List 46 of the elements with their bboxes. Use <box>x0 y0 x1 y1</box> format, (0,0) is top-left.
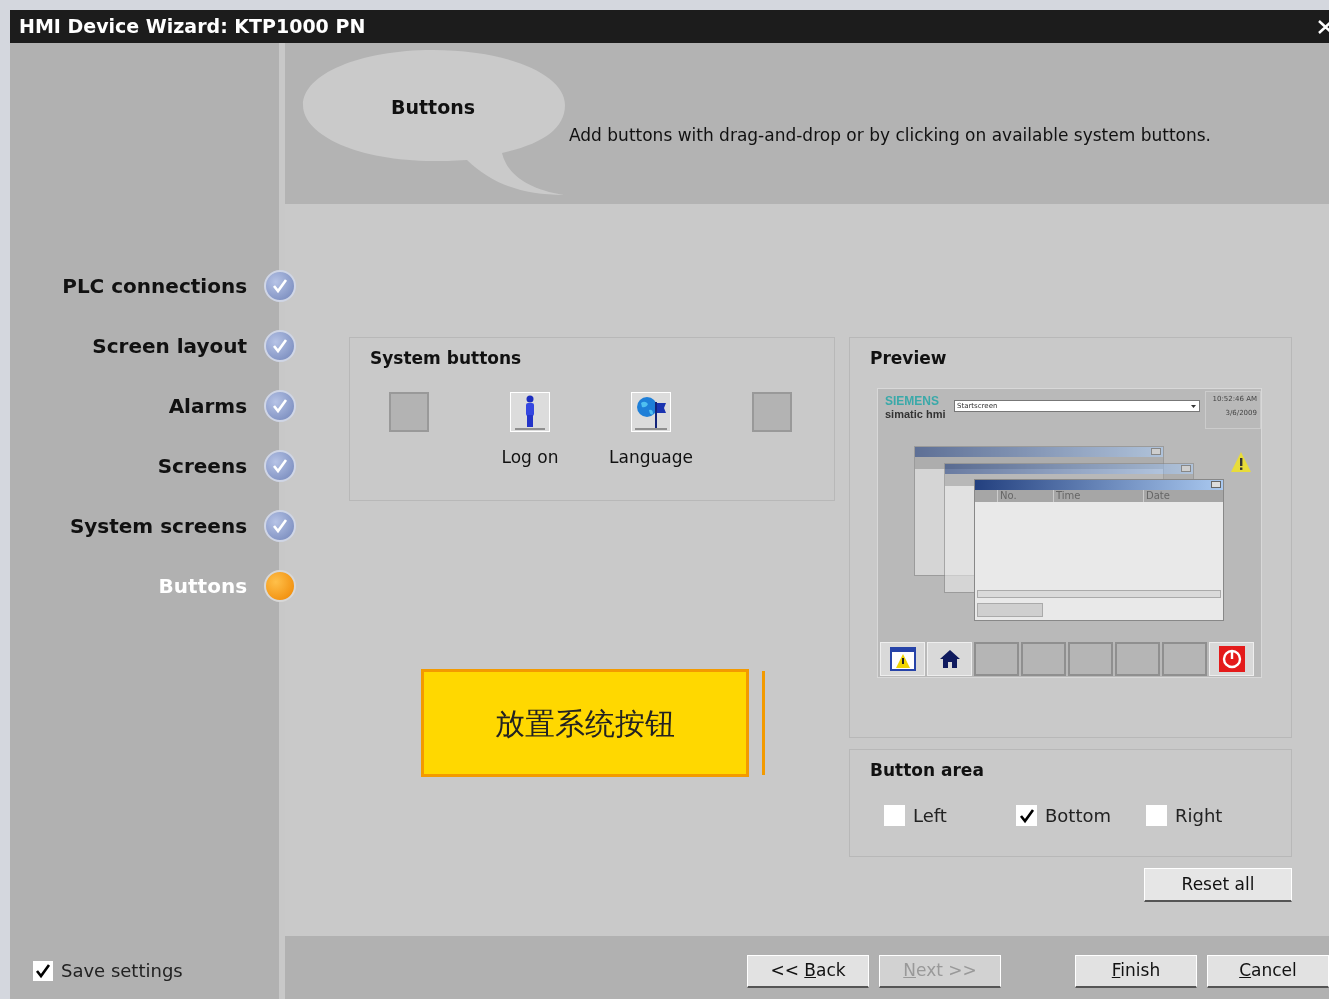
checkbox[interactable] <box>1146 805 1167 826</box>
step-title: Buttons <box>391 95 476 120</box>
current-step-icon <box>264 570 297 602</box>
step-label[interactable]: System screens <box>69 511 248 541</box>
person-icon[interactable] <box>510 392 550 432</box>
callout-text: 放置系统按钮 <box>495 704 675 743</box>
dropdown-arrow-icon[interactable] <box>1190 402 1197 410</box>
save-settings-checkbox[interactable] <box>33 960 53 981</box>
group-title: Button area <box>870 759 984 782</box>
checkbox[interactable] <box>1016 805 1037 826</box>
window-button[interactable] <box>977 603 1043 617</box>
power-icon[interactable] <box>1209 642 1254 676</box>
scrollbar[interactable] <box>977 590 1221 598</box>
empty-button-slot[interactable] <box>1068 642 1113 676</box>
step-label[interactable]: Screen layout <box>92 331 248 361</box>
step-label[interactable]: PLC connections <box>62 271 248 301</box>
empty-button-slot[interactable] <box>389 392 429 432</box>
save-settings-label: Save settings <box>61 959 183 983</box>
step-label[interactable]: Screens <box>157 451 248 481</box>
globe-flag-icon[interactable] <box>631 392 671 432</box>
system-button-label: Log on <box>501 446 559 469</box>
home-icon[interactable] <box>927 642 972 676</box>
group-title: Preview <box>870 347 947 370</box>
step-description: Add buttons with drag-and-drop or by clicking on available system buttons. <box>569 124 1211 147</box>
empty-button-slot[interactable] <box>1021 642 1066 676</box>
checkbox[interactable] <box>884 805 905 826</box>
reset-all-button[interactable]: Reset all <box>1144 868 1292 902</box>
alarm-view-icon[interactable] <box>880 642 925 676</box>
empty-button-slot[interactable] <box>752 392 792 432</box>
product-name: simatic hmi <box>885 408 947 420</box>
window-title: HMI Device Wizard: KTP1000 PN <box>19 14 366 40</box>
empty-button-slot[interactable] <box>1115 642 1160 676</box>
system-button-label: Language <box>609 446 693 469</box>
brand-logo: SIEMENS <box>885 394 940 408</box>
step-label[interactable]: Alarms <box>168 391 248 421</box>
nav-button[interactable]: Cancel <box>1207 955 1329 988</box>
checkbox-label: Right <box>1175 804 1223 828</box>
column-header: Time <box>1053 490 1143 502</box>
nav-button[interactable]: Finish <box>1075 955 1197 988</box>
checkbox-label: Bottom <box>1045 804 1112 828</box>
nav-button[interactable]: << Back <box>747 955 869 988</box>
column-header: No. <box>997 490 1053 502</box>
checkbox-label: Left <box>913 804 947 828</box>
warning-icon <box>1230 451 1252 473</box>
column-header: Date <box>1143 490 1223 502</box>
group-title: System buttons <box>370 347 522 370</box>
